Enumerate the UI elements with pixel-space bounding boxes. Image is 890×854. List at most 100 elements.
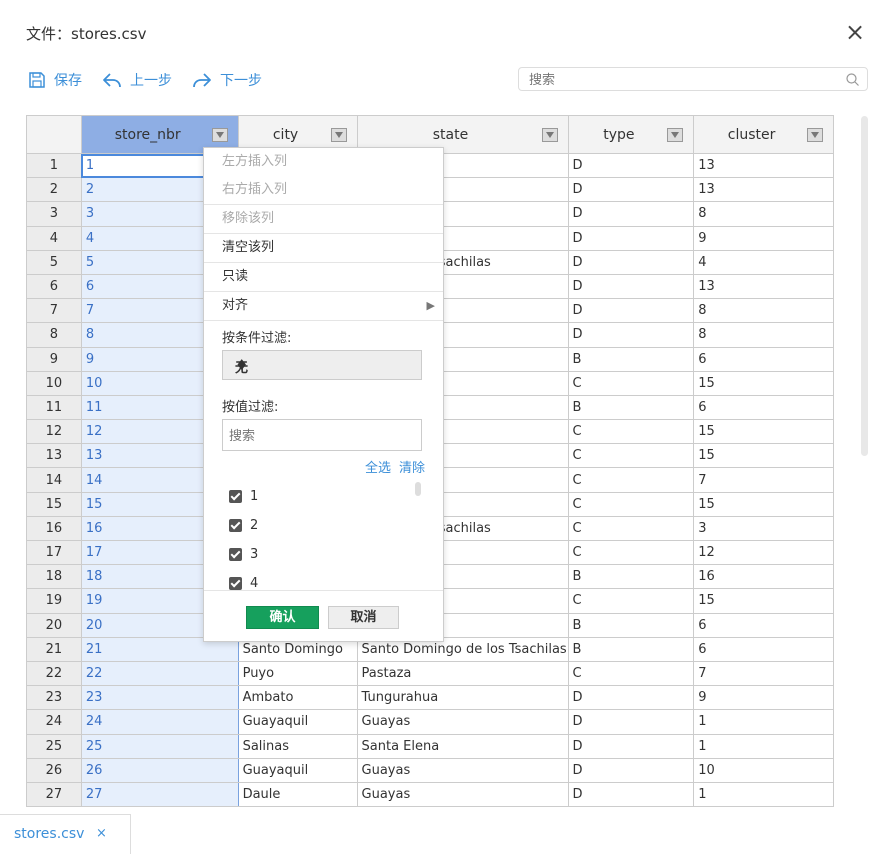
cell-type[interactable]: B: [567, 612, 695, 638]
cell-cluster[interactable]: 8: [693, 322, 834, 348]
cell-city[interactable]: Guayaquil: [237, 709, 358, 735]
row-number[interactable]: 2: [26, 177, 82, 203]
select-all-link[interactable]: 全选: [365, 461, 391, 476]
row-number[interactable]: 17: [26, 539, 82, 566]
cell-cluster[interactable]: 12: [693, 539, 834, 566]
corner-cell[interactable]: [26, 115, 82, 154]
row-number[interactable]: 26: [26, 757, 82, 783]
row-number[interactable]: 11: [26, 394, 82, 421]
cell-cluster[interactable]: 6: [693, 612, 834, 638]
cell-cluster[interactable]: 3: [693, 515, 834, 542]
cell-type[interactable]: C: [567, 588, 695, 614]
cell-city[interactable]: Guayaquil: [237, 757, 358, 783]
cell-type[interactable]: D: [567, 249, 695, 275]
cell-type[interactable]: D: [567, 225, 695, 251]
cell-cluster[interactable]: 6: [693, 636, 834, 662]
cell-cluster[interactable]: 16: [693, 564, 834, 590]
row-number[interactable]: 19: [26, 588, 82, 614]
cell-type[interactable]: D: [567, 733, 695, 759]
filter-dropdown-icon[interactable]: [807, 128, 823, 142]
cell-cluster[interactable]: 4: [693, 249, 834, 275]
menu-insert-left[interactable]: 左方插入列: [204, 148, 443, 176]
cell-city[interactable]: Salinas: [237, 733, 358, 759]
cell-store-nbr[interactable]: 26: [80, 757, 239, 783]
row-number[interactable]: 9: [26, 346, 82, 372]
row-number[interactable]: 21: [26, 636, 82, 662]
cell-cluster[interactable]: 1: [693, 733, 834, 759]
cell-cluster[interactable]: 15: [693, 491, 834, 517]
redo-button[interactable]: 下一步: [192, 70, 262, 90]
cell-cluster[interactable]: 1: [693, 781, 834, 808]
cell-store-nbr[interactable]: 22: [80, 660, 239, 687]
filter-dropdown-icon[interactable]: [667, 128, 684, 142]
menu-clear-column[interactable]: 清空该列: [204, 233, 443, 262]
undo-button[interactable]: 上一步: [102, 70, 172, 90]
row-number[interactable]: 23: [26, 685, 82, 711]
menu-align[interactable]: 对齐 ▶: [204, 291, 443, 320]
filter-dropdown-icon[interactable]: [211, 128, 228, 142]
row-number[interactable]: 22: [26, 660, 82, 687]
cell-cluster[interactable]: 9: [693, 685, 834, 711]
cell-type[interactable]: C: [567, 443, 695, 469]
cell-cluster[interactable]: 7: [693, 660, 834, 687]
cell-type[interactable]: D: [567, 298, 695, 324]
cell-cluster[interactable]: 6: [693, 394, 834, 421]
cell-state[interactable]: Tungurahua: [356, 685, 569, 711]
cell-cluster[interactable]: 15: [693, 588, 834, 614]
cell-cluster[interactable]: 10: [693, 757, 834, 783]
cell-cluster[interactable]: 6: [693, 346, 834, 372]
menu-read-only[interactable]: 只读: [204, 262, 443, 291]
cell-city[interactable]: Ambato: [237, 685, 358, 711]
cell-type[interactable]: D: [567, 152, 695, 179]
row-number[interactable]: 3: [26, 201, 82, 227]
cell-type[interactable]: B: [567, 636, 695, 662]
cell-state[interactable]: Santa Elena: [356, 733, 569, 759]
row-number[interactable]: 13: [26, 443, 82, 469]
cell-cluster[interactable]: 15: [693, 419, 834, 445]
cell-type[interactable]: B: [567, 564, 695, 590]
column-header-type[interactable]: type: [567, 115, 695, 154]
cell-cluster[interactable]: 1: [693, 709, 834, 735]
clear-link[interactable]: 清除: [399, 461, 425, 476]
cell-type[interactable]: B: [567, 346, 695, 372]
filter-dropdown-icon[interactable]: [541, 128, 558, 142]
cell-type[interactable]: D: [567, 273, 695, 300]
cell-type[interactable]: D: [567, 685, 695, 711]
cell-store-nbr[interactable]: 25: [80, 733, 239, 759]
row-number[interactable]: 5: [26, 249, 82, 275]
row-number[interactable]: 12: [26, 419, 82, 445]
confirm-button[interactable]: 确认: [246, 606, 319, 629]
cell-store-nbr[interactable]: 23: [80, 685, 239, 711]
cell-cluster[interactable]: 13: [693, 177, 834, 203]
cell-cluster[interactable]: 13: [693, 273, 834, 300]
save-button[interactable]: 保存: [28, 70, 82, 90]
cell-type[interactable]: C: [567, 539, 695, 566]
row-number[interactable]: 8: [26, 322, 82, 348]
value-option[interactable]: 3: [204, 540, 443, 569]
search-icon[interactable]: [846, 73, 859, 86]
row-number[interactable]: 7: [26, 298, 82, 324]
cell-city[interactable]: Daule: [237, 781, 358, 808]
close-tab-icon[interactable]: ×: [96, 826, 107, 841]
cell-type[interactable]: B: [567, 394, 695, 421]
cell-type[interactable]: D: [567, 322, 695, 348]
filter-dropdown-icon[interactable]: [330, 128, 347, 142]
row-number[interactable]: 10: [26, 370, 82, 396]
row-number[interactable]: 16: [26, 515, 82, 542]
value-option[interactable]: 1: [204, 482, 443, 511]
checklist-scrollbar[interactable]: [415, 482, 421, 496]
cell-city[interactable]: Puyo: [237, 660, 358, 687]
row-number[interactable]: 4: [26, 225, 82, 251]
close-icon[interactable]: ×: [845, 18, 865, 46]
cell-state[interactable]: Guayas: [356, 757, 569, 783]
cancel-button[interactable]: 取消: [328, 606, 399, 629]
checkbox-checked-icon[interactable]: [229, 577, 242, 590]
cell-cluster[interactable]: 15: [693, 370, 834, 396]
value-search-input[interactable]: [227, 428, 411, 445]
row-number[interactable]: 20: [26, 612, 82, 638]
cell-type[interactable]: D: [567, 709, 695, 735]
cell-type[interactable]: C: [567, 370, 695, 396]
cell-type[interactable]: D: [567, 781, 695, 808]
row-number[interactable]: 14: [26, 467, 82, 493]
cell-cluster[interactable]: 8: [693, 201, 834, 227]
